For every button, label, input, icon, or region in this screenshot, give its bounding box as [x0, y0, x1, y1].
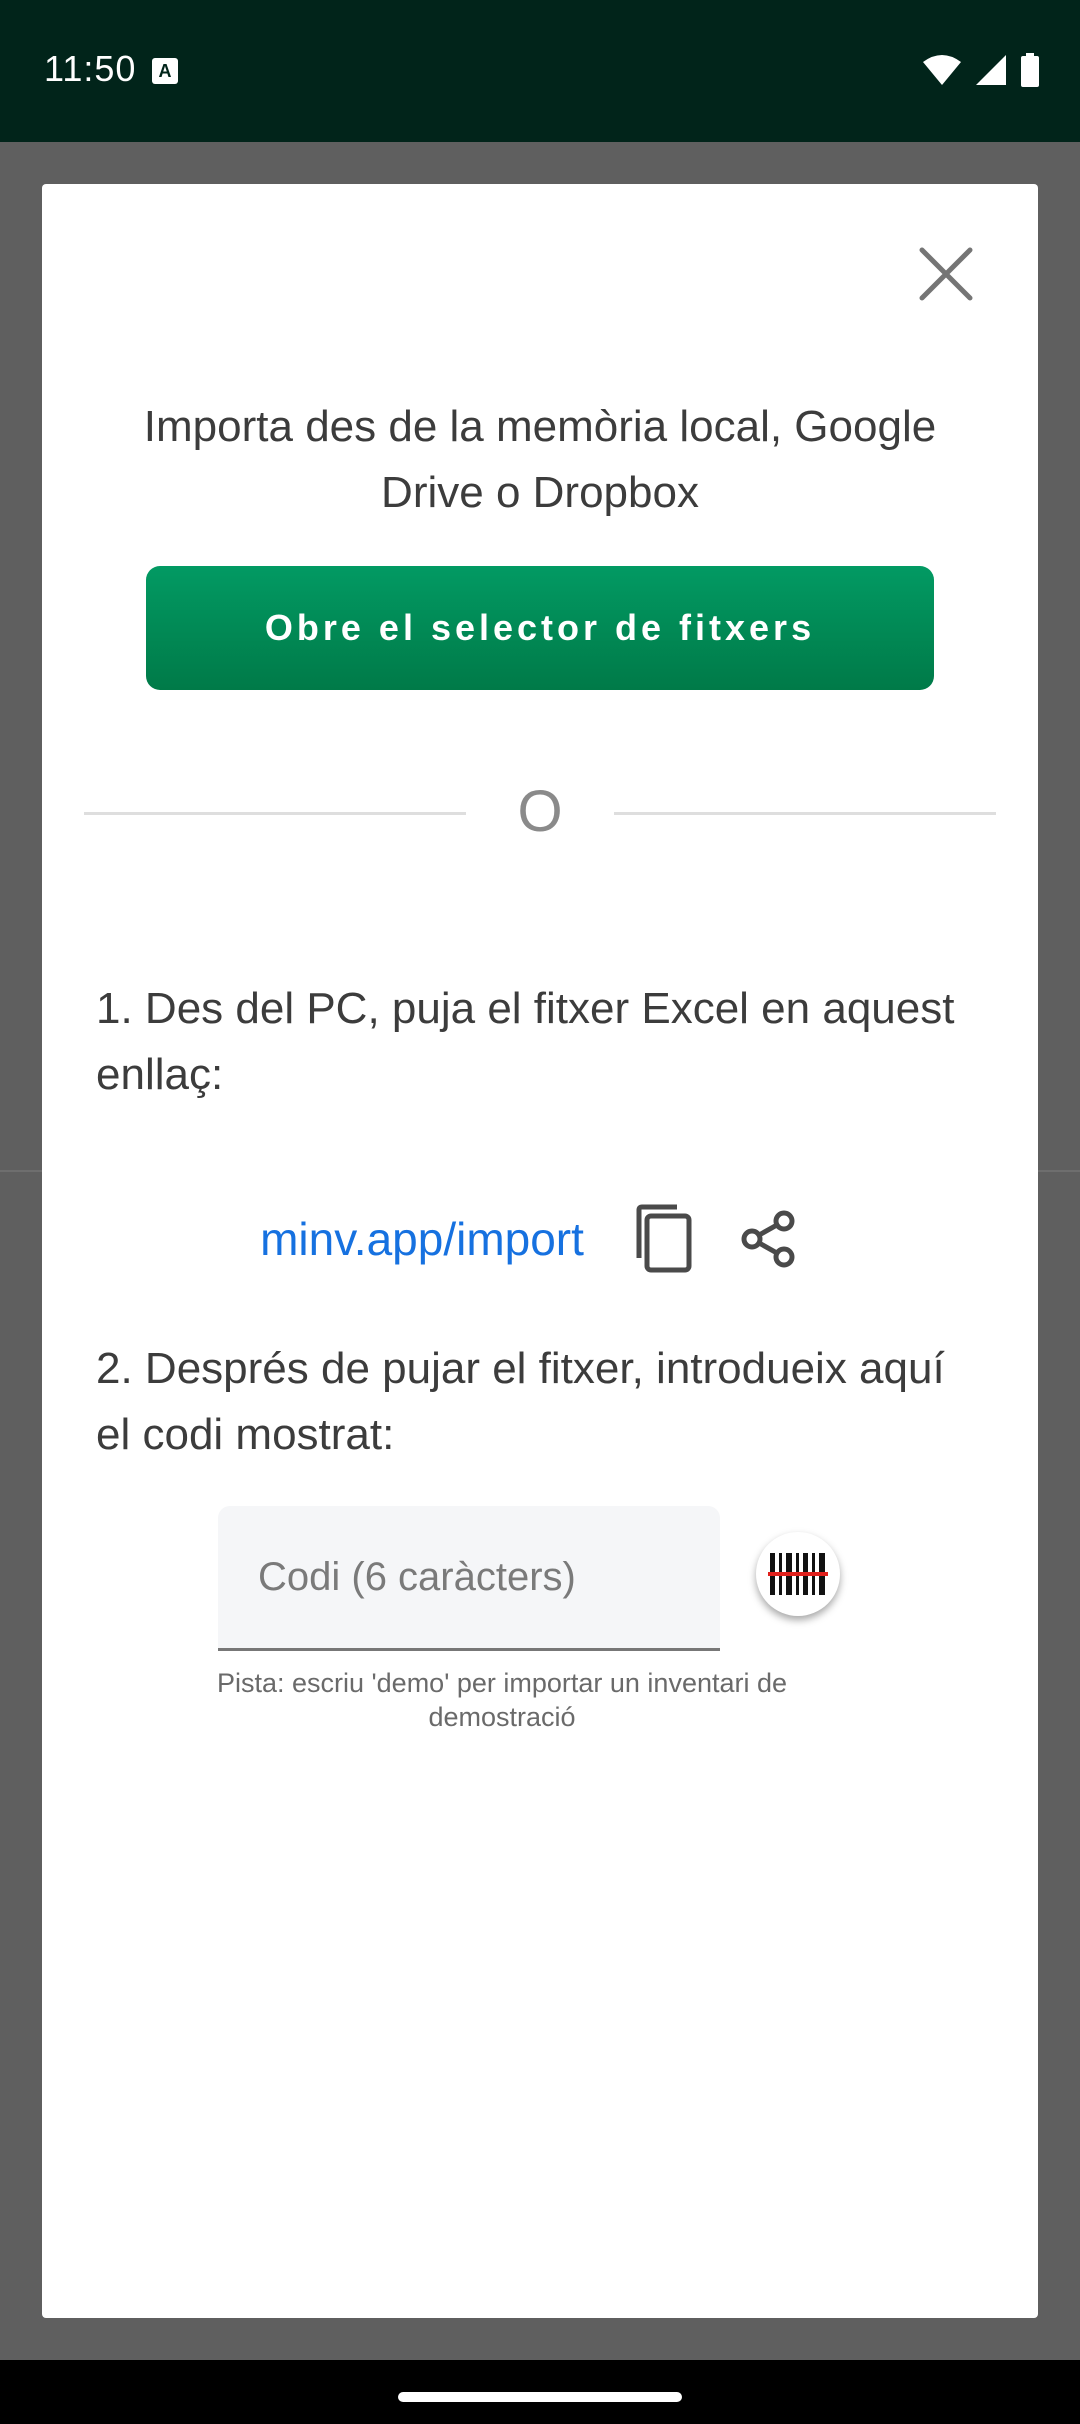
- step1-instruction: 1. Des del PC, puja el fitxer Excel en a…: [96, 984, 955, 1099]
- demo-hint: Pista: escriu 'demo' per importar un inv…: [216, 1668, 788, 1732]
- home-gesture-handle[interactable]: [398, 2392, 682, 2402]
- import-dialog: Importa des de la memòria local, Google …: [42, 184, 1038, 2318]
- copy-icon: [636, 1204, 692, 1273]
- barcode-scan-icon: [768, 1553, 828, 1595]
- battery-icon: [1021, 53, 1039, 87]
- signal-icon: [976, 55, 1006, 85]
- status-time: 11:50: [44, 48, 137, 89]
- divider-right: [614, 812, 996, 815]
- divider-or-text: O: [517, 779, 563, 844]
- status-bar: 11:50 A: [0, 0, 1080, 142]
- wifi-icon: [923, 55, 961, 85]
- divider-left: [84, 812, 466, 815]
- share-link-button[interactable]: [730, 1201, 806, 1277]
- status-icons: [922, 52, 1040, 88]
- code-input-container: [218, 1506, 720, 1651]
- open-file-picker-button[interactable]: Obre el selector de fitxers: [146, 566, 934, 690]
- code-input[interactable]: [218, 1506, 720, 1648]
- notification-a-icon: A: [152, 58, 178, 84]
- link-row: minv.app/import: [42, 1184, 1038, 1294]
- import-title: Importa des de la memòria local, Google …: [143, 402, 937, 517]
- share-icon: [741, 1210, 795, 1268]
- scan-barcode-button[interactable]: [756, 1532, 840, 1616]
- step2-instruction: 2. Després de pujar el fitxer, introduei…: [96, 1344, 945, 1459]
- close-button[interactable]: [906, 234, 986, 314]
- close-icon: [919, 247, 973, 301]
- import-link[interactable]: minv.app/import: [260, 1212, 584, 1266]
- copy-link-button[interactable]: [626, 1201, 702, 1277]
